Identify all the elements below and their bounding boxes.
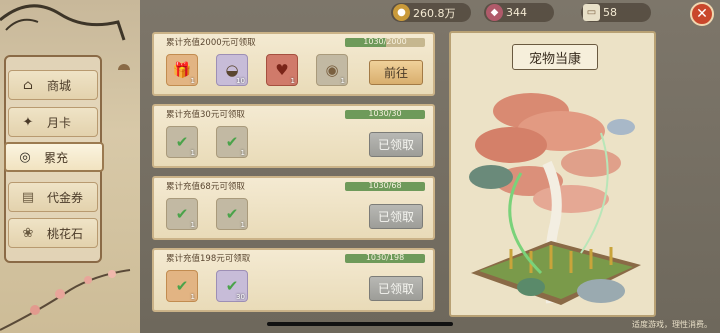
progress-text: 1030/68 (368, 182, 402, 190)
reward-item[interactable]: ✔ 1 (166, 270, 198, 302)
pet-illustration (469, 93, 641, 305)
bag-icon: ◉ (325, 61, 339, 79)
reward-title: 累计充值68元可领取 (166, 182, 245, 192)
currency-ticket: ▭ 58 (581, 3, 651, 22)
chest-icon: 🎁 (172, 61, 192, 79)
pet-name: 宠物当康 (512, 44, 598, 70)
reward-item[interactable]: ♥ 1 (266, 54, 298, 86)
reward-card: 累计充值68元可领取 1030/68 ✔ 1 ✔ 1 已领取 (152, 176, 435, 240)
blossom-branch-decoration (0, 269, 131, 331)
progress-text: 1030/30 (368, 110, 402, 118)
monthly-card-icon: ✦ (22, 114, 34, 130)
reward-title: 累计充值2000元可领取 (166, 38, 256, 48)
claimed-button[interactable]: 已领取 (369, 276, 423, 301)
reward-item[interactable]: ✔ 1 (166, 126, 198, 158)
sidebar-item-recharge[interactable]: ◎ 累充 (4, 142, 104, 172)
progress-bar: 1030/2000 (345, 38, 425, 47)
progress-bar: 1030/198 (345, 254, 425, 263)
claimed-button[interactable]: 已领取 (369, 132, 423, 157)
progress-bar: 1030/68 (345, 182, 425, 191)
claimed-button[interactable]: 已领取 (369, 204, 423, 229)
recharge-icon: ◎ (19, 149, 31, 165)
close-button[interactable]: ✕ (690, 2, 714, 26)
check-icon: ✔ (225, 133, 239, 151)
reward-item[interactable]: ◉ 1 (316, 54, 348, 86)
sidebar-item-shop[interactable]: ⌂ 商城 (8, 70, 98, 100)
footer-notice: 适度游戏，理性消费。 (632, 320, 712, 329)
gem-icon: ◆ (486, 4, 503, 21)
check-icon: ✔ (225, 205, 239, 223)
ticket-icon: ▭ (583, 4, 600, 21)
reward-item[interactable]: ✔ 1 (216, 198, 248, 230)
reward-card: 累计充值2000元可领取 1030/2000 🎁 1 ◒ 10 ♥ 1 ◉ 1 … (152, 32, 435, 96)
go-button[interactable]: 前往 (369, 60, 423, 85)
progress-text: 1030/198 (365, 254, 405, 262)
reward-card: 累计充值30元可领取 1030/30 ✔ 1 ✔ 1 已领取 (152, 104, 435, 168)
reward-title: 累计充值30元可领取 (166, 110, 245, 120)
check-icon: ✔ (175, 133, 189, 151)
fruit-icon: ♥ (275, 61, 289, 79)
reward-item[interactable]: ◒ 10 (216, 54, 248, 86)
currency-gem: ◆ 344 (484, 3, 554, 22)
reward-item[interactable]: ✔ 30 (216, 270, 248, 302)
peach-stone-icon: ❀ (22, 225, 34, 241)
shop-icon: ⌂ (23, 77, 33, 93)
reward-title: 累计充值198元可领取 (166, 254, 251, 264)
sidebar-item-peach-stone[interactable]: ❀ 桃花石 (8, 218, 98, 248)
reward-item[interactable]: ✔ 1 (216, 126, 248, 158)
currency-coin: ● 260.8万 (391, 3, 471, 22)
reward-item[interactable]: ✔ 1 (166, 198, 198, 230)
home-indicator (267, 322, 453, 326)
coin-icon: ● (393, 4, 410, 21)
reward-item[interactable]: 🎁 1 (166, 54, 198, 86)
sidebar-item-monthly-card[interactable]: ✦ 月卡 (8, 107, 98, 137)
progress-text: 1030/2000 (363, 38, 407, 46)
voucher-icon: ▤ (21, 189, 35, 205)
sidebar-item-voucher[interactable]: ▤ 代金券 (8, 182, 98, 212)
close-icon: ✕ (696, 6, 708, 22)
reward-list[interactable]: 累计充值2000元可领取 1030/2000 🎁 1 ◒ 10 ♥ 1 ◉ 1 … (150, 28, 442, 333)
pet-preview-panel: 宠物当康 (449, 31, 656, 317)
reward-card: 累计充值198元可领取 1030/198 ✔ 1 ✔ 30 已领取 (152, 248, 435, 312)
check-icon: ✔ (175, 205, 189, 223)
progress-bar: 1030/30 (345, 110, 425, 119)
check-icon: ✔ (175, 277, 189, 295)
